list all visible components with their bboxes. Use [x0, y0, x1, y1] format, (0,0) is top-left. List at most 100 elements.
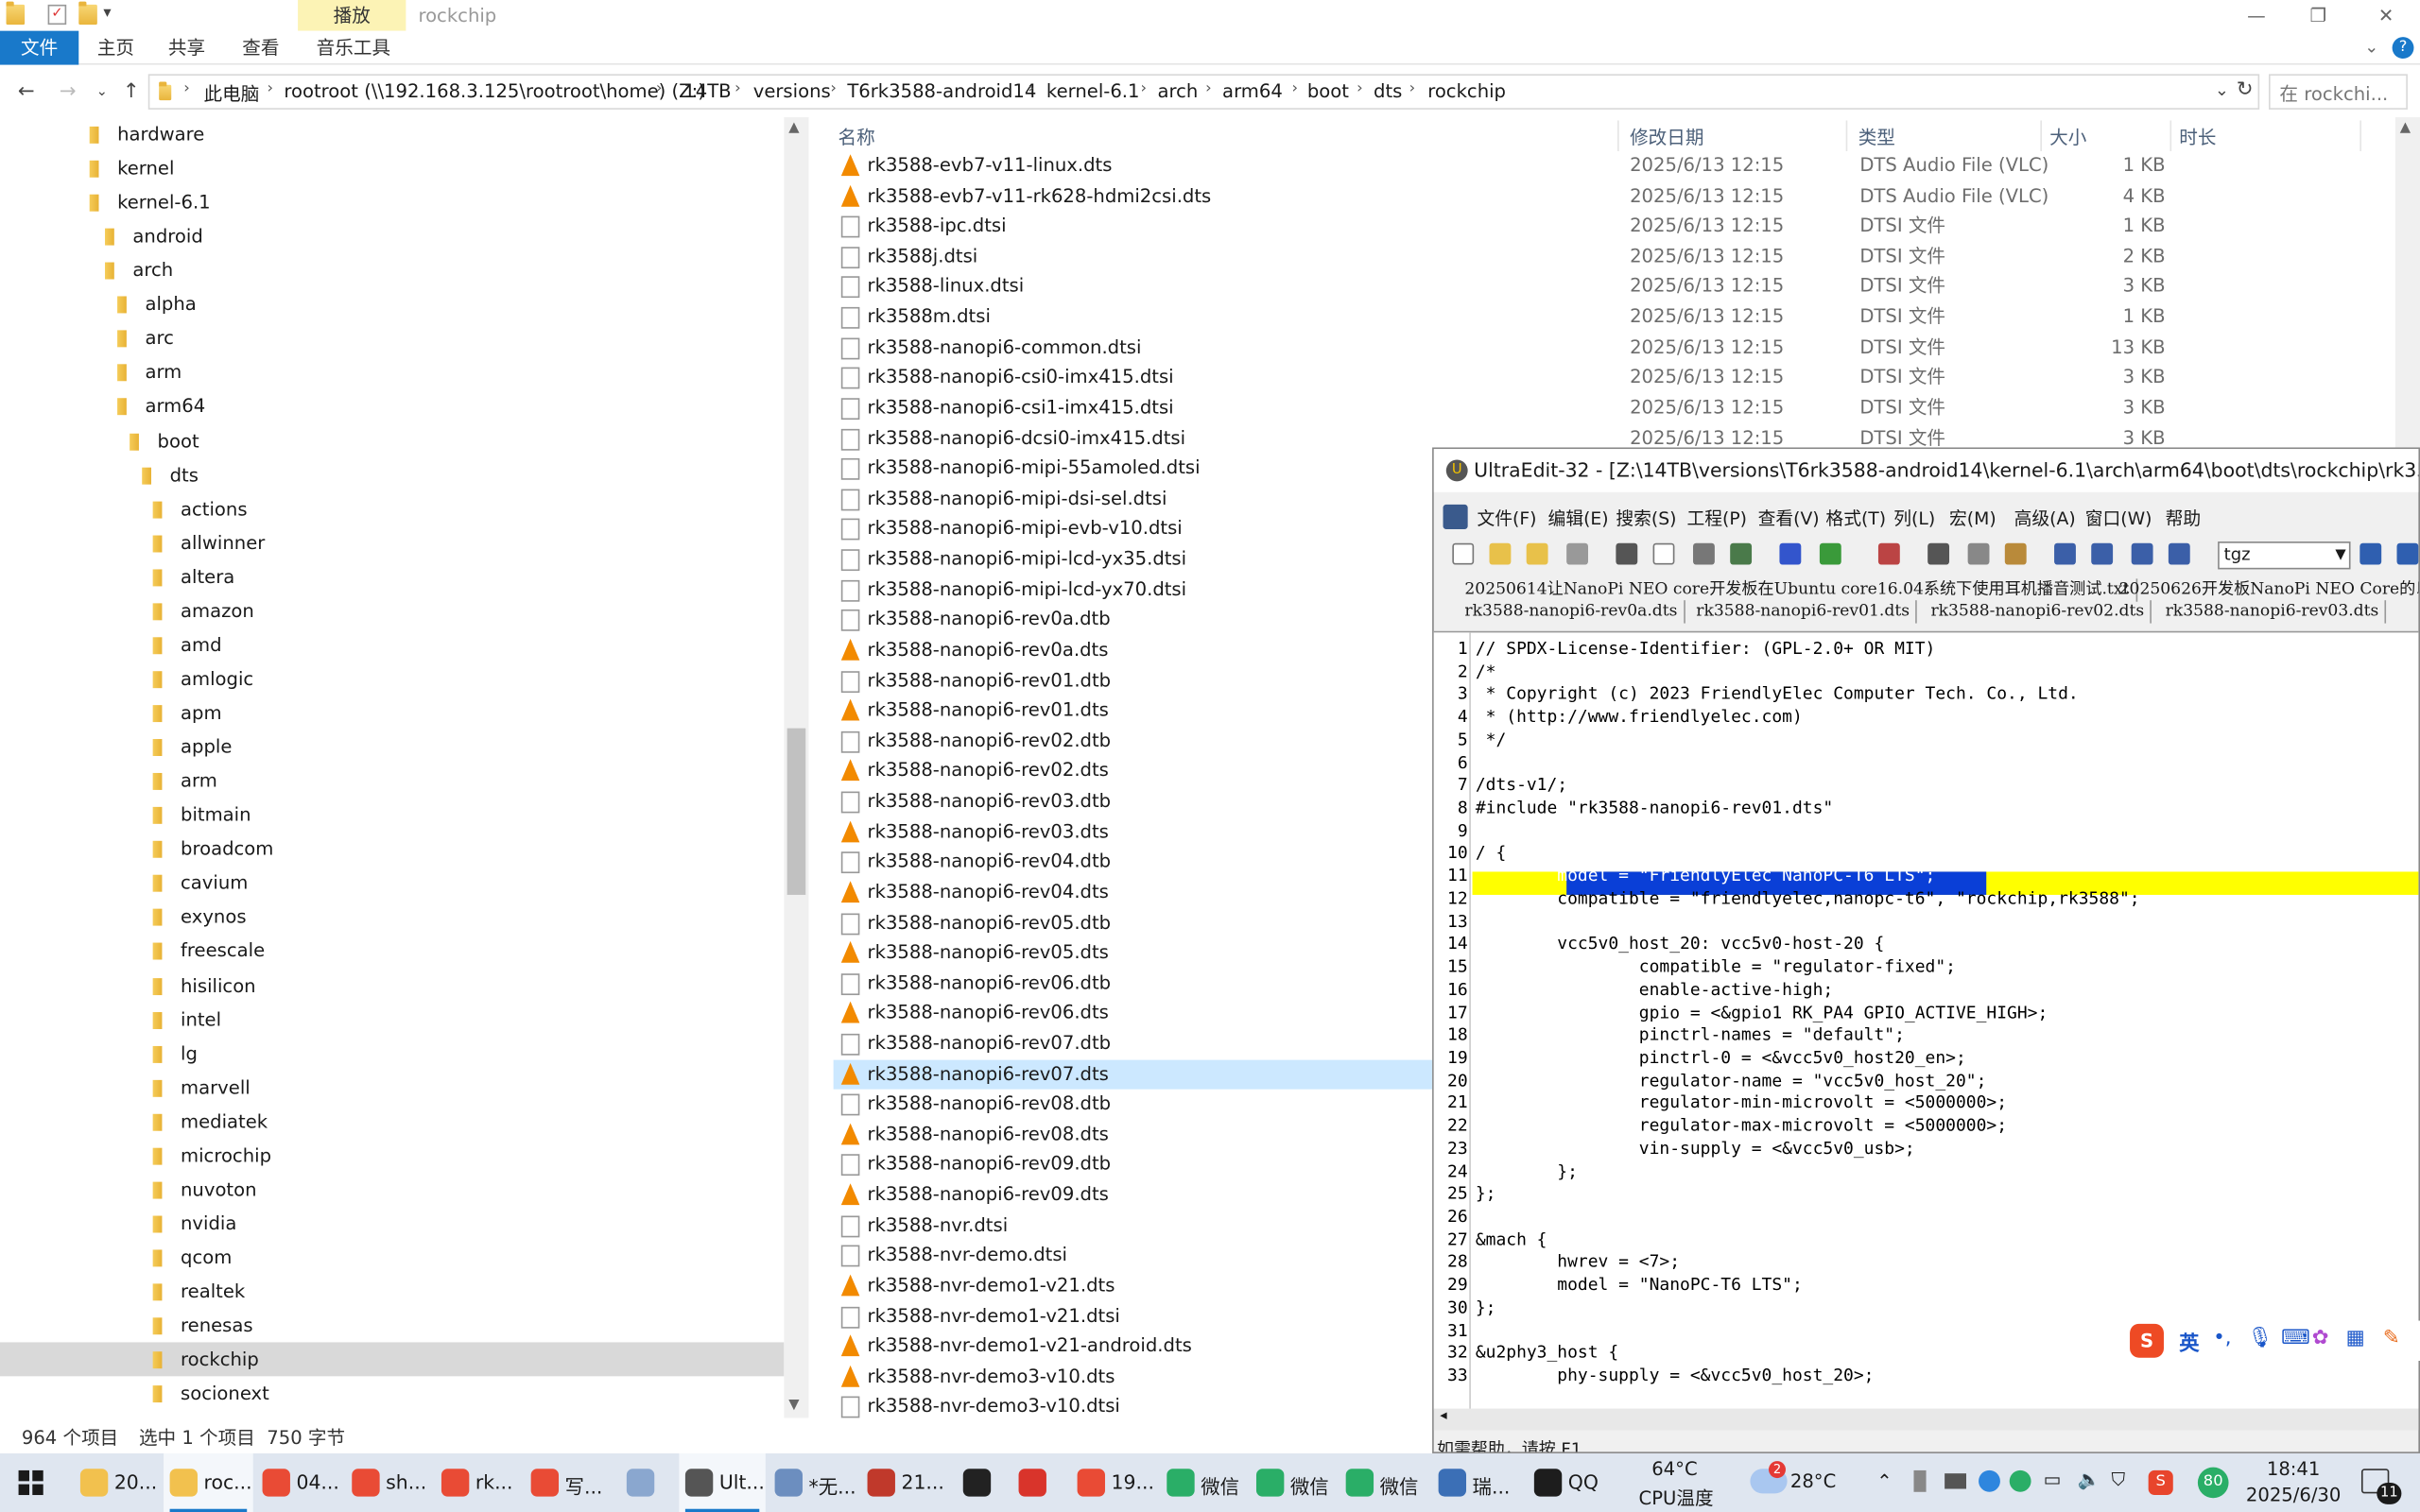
ime-tray-icon[interactable]: S — [2148, 1469, 2173, 1496]
tree-item[interactable]: renesas — [0, 1309, 784, 1343]
wechat-tray-icon[interactable] — [2009, 1469, 2031, 1492]
search-input[interactable]: 在 rockchi... — [2268, 74, 2408, 110]
print-icon[interactable] — [1616, 542, 1638, 565]
address-dropdown-icon[interactable]: ⌄ — [2215, 80, 2229, 100]
file-row[interactable]: rk3588j.dtsi 2025/6/13 12:15 DTSI 文件 2 KB — [834, 242, 2393, 272]
taskbar-app[interactable]: 写... — [525, 1453, 614, 1512]
taskbar-app[interactable]: 瑞... — [1432, 1453, 1525, 1512]
tree-item[interactable]: nvidia — [0, 1207, 784, 1241]
toolbox-icon[interactable]: ▦ — [2346, 1327, 2365, 1349]
tree-item[interactable]: lg — [0, 1037, 784, 1071]
breadcrumb-item[interactable]: boot — [1307, 80, 1349, 102]
taskbar-app[interactable]: 21... — [861, 1453, 954, 1512]
file-row[interactable]: rk3588-ipc.dtsi 2025/6/13 12:15 DTSI 文件 1 K… — [834, 212, 2393, 242]
breadcrumb-item[interactable]: 此电脑 — [204, 80, 260, 107]
tree-item[interactable]: marvell — [0, 1071, 784, 1105]
save-icon[interactable] — [1566, 542, 1588, 565]
tree-item[interactable]: altera — [0, 559, 784, 593]
tab-home[interactable]: 主页 — [90, 31, 143, 65]
column-size[interactable]: 大小 — [2049, 124, 2086, 150]
tree-item[interactable]: amlogic — [0, 662, 784, 696]
tree-item[interactable]: broadcom — [0, 832, 784, 866]
close-icon[interactable]: ✕ — [2374, 3, 2398, 27]
tree-item[interactable]: microchip — [0, 1139, 784, 1173]
find-icon[interactable] — [2360, 542, 2382, 565]
column-date[interactable]: 修改日期 — [1630, 124, 1703, 150]
file-list-scrollbar[interactable]: ▲ — [2394, 117, 2420, 451]
menu-format[interactable]: 格式(T) — [1825, 507, 1886, 531]
tree-item[interactable]: freescale — [0, 934, 784, 968]
file-row[interactable]: rk3588-evb7-v11-rk628-hdmi2csi.dts 2025/6… — [834, 181, 2393, 212]
clock-date[interactable]: 2025/6/30 — [2238, 1485, 2349, 1506]
tree-item[interactable]: exynos — [0, 900, 784, 934]
tree-item[interactable]: kernel-6.1 — [0, 185, 784, 219]
address-bar[interactable]: › 此电脑 › rootroot (\\192.168.3.125\rootro… — [147, 74, 2260, 110]
menu-project[interactable]: 工程(P) — [1686, 507, 1747, 531]
menu-window[interactable]: 窗口(W) — [2085, 507, 2152, 531]
breadcrumb-item[interactable]: rockchip — [1427, 80, 1506, 102]
refresh-icon[interactable]: ↻ — [2237, 78, 2254, 101]
weather-temp[interactable]: 28°C — [1790, 1470, 1836, 1492]
word-wrap-icon[interactable] — [1779, 542, 1802, 565]
hex-mode-icon[interactable] — [1819, 542, 1841, 565]
new-folder-icon[interactable] — [78, 1, 97, 26]
help-icon[interactable]: ? — [2392, 37, 2414, 60]
tree-item[interactable]: hisilicon — [0, 968, 784, 1002]
clock-time[interactable]: 18:41 — [2244, 1458, 2342, 1480]
tree-item[interactable]: apple — [0, 730, 784, 764]
tree-item[interactable]: rockchip — [0, 1342, 785, 1377]
tree-item[interactable]: amazon — [0, 593, 784, 627]
menu-advanced[interactable]: 高级(A) — [2014, 507, 2076, 531]
maximize-icon[interactable]: ❐ — [2306, 3, 2330, 27]
network-drive-icon[interactable] — [1945, 1473, 1966, 1489]
microphone-icon[interactable]: 🎙 — [2247, 1327, 2273, 1349]
editor-horizontal-scrollbar[interactable]: ◂ — [1433, 1408, 2419, 1431]
open-icon[interactable] — [1489, 542, 1512, 565]
open-folder-icon[interactable] — [1526, 542, 1548, 565]
scroll-up-icon[interactable]: ▲ — [2400, 120, 2411, 135]
menu-edit[interactable]: 编辑(E) — [1548, 507, 1609, 531]
browser-tray-icon[interactable] — [1979, 1469, 2000, 1492]
tab-music-tools[interactable]: 音乐工具 — [309, 31, 399, 65]
tree-item[interactable]: arm — [0, 355, 784, 389]
copy-icon[interactable] — [1967, 542, 1990, 565]
tray-overflow-icon[interactable]: ⌃ — [1876, 1470, 1892, 1492]
settings-icon[interactable]: ✎ — [2383, 1327, 2400, 1349]
taskbar-app[interactable]: rk... — [435, 1453, 521, 1512]
breadcrumb-item[interactable]: arch — [1157, 80, 1198, 102]
tree-item[interactable]: android — [0, 219, 784, 253]
scroll-up-icon[interactable]: ▲ — [788, 120, 799, 135]
taskbar-app[interactable] — [957, 1453, 1010, 1512]
breadcrumb-item[interactable]: rootroot (\\192.168.3.125\rootroot\home)… — [284, 80, 704, 102]
file-row[interactable]: rk3588m.dtsi 2025/6/13 12:15 DTSI 文件 1 KB — [834, 302, 2393, 333]
print-preview-icon[interactable] — [1652, 542, 1675, 565]
tree-scroll-thumb[interactable] — [786, 728, 806, 895]
tree-item[interactable]: kernel — [0, 151, 784, 185]
taskbar-app[interactable] — [1012, 1453, 1068, 1512]
breadcrumb-item[interactable]: dts — [1374, 80, 1402, 102]
tree-item[interactable]: amd — [0, 627, 784, 662]
new-file-icon[interactable] — [1452, 542, 1475, 565]
menu-help[interactable]: 帮助 — [2166, 507, 2202, 531]
menu-search[interactable]: 搜索(S) — [1616, 507, 1676, 531]
tree-item[interactable]: dts — [0, 457, 784, 491]
tree-item[interactable]: boot — [0, 423, 784, 457]
forward-icon[interactable]: → — [56, 78, 80, 106]
tree-item[interactable]: alpha — [0, 287, 784, 321]
taskbar-app[interactable]: QQ — [1528, 1453, 1614, 1512]
align-right-icon[interactable] — [2131, 542, 2153, 565]
battery-badge[interactable]: 80 — [2197, 1467, 2229, 1499]
tree-item[interactable]: realtek — [0, 1275, 784, 1309]
align-center-icon[interactable] — [2091, 542, 2114, 565]
tree-item[interactable]: arm64 — [0, 389, 784, 423]
search-combo[interactable]: tgz ▼ — [2218, 541, 2351, 570]
taskbar-app[interactable]: roc... — [164, 1452, 253, 1512]
paste-icon[interactable] — [2004, 542, 2027, 565]
tree-item[interactable]: nuvoton — [0, 1173, 784, 1207]
tree-item[interactable]: intel — [0, 1002, 784, 1036]
security-icon[interactable]: ⛉ — [2111, 1469, 2125, 1491]
menu-view[interactable]: 查看(V) — [1758, 507, 1820, 531]
tab-view[interactable]: 查看 — [234, 31, 287, 65]
column-mode-icon[interactable] — [1877, 542, 1900, 565]
file-row[interactable]: rk3588-linux.dtsi 2025/6/13 12:15 DTSI 文件 3… — [834, 272, 2393, 302]
